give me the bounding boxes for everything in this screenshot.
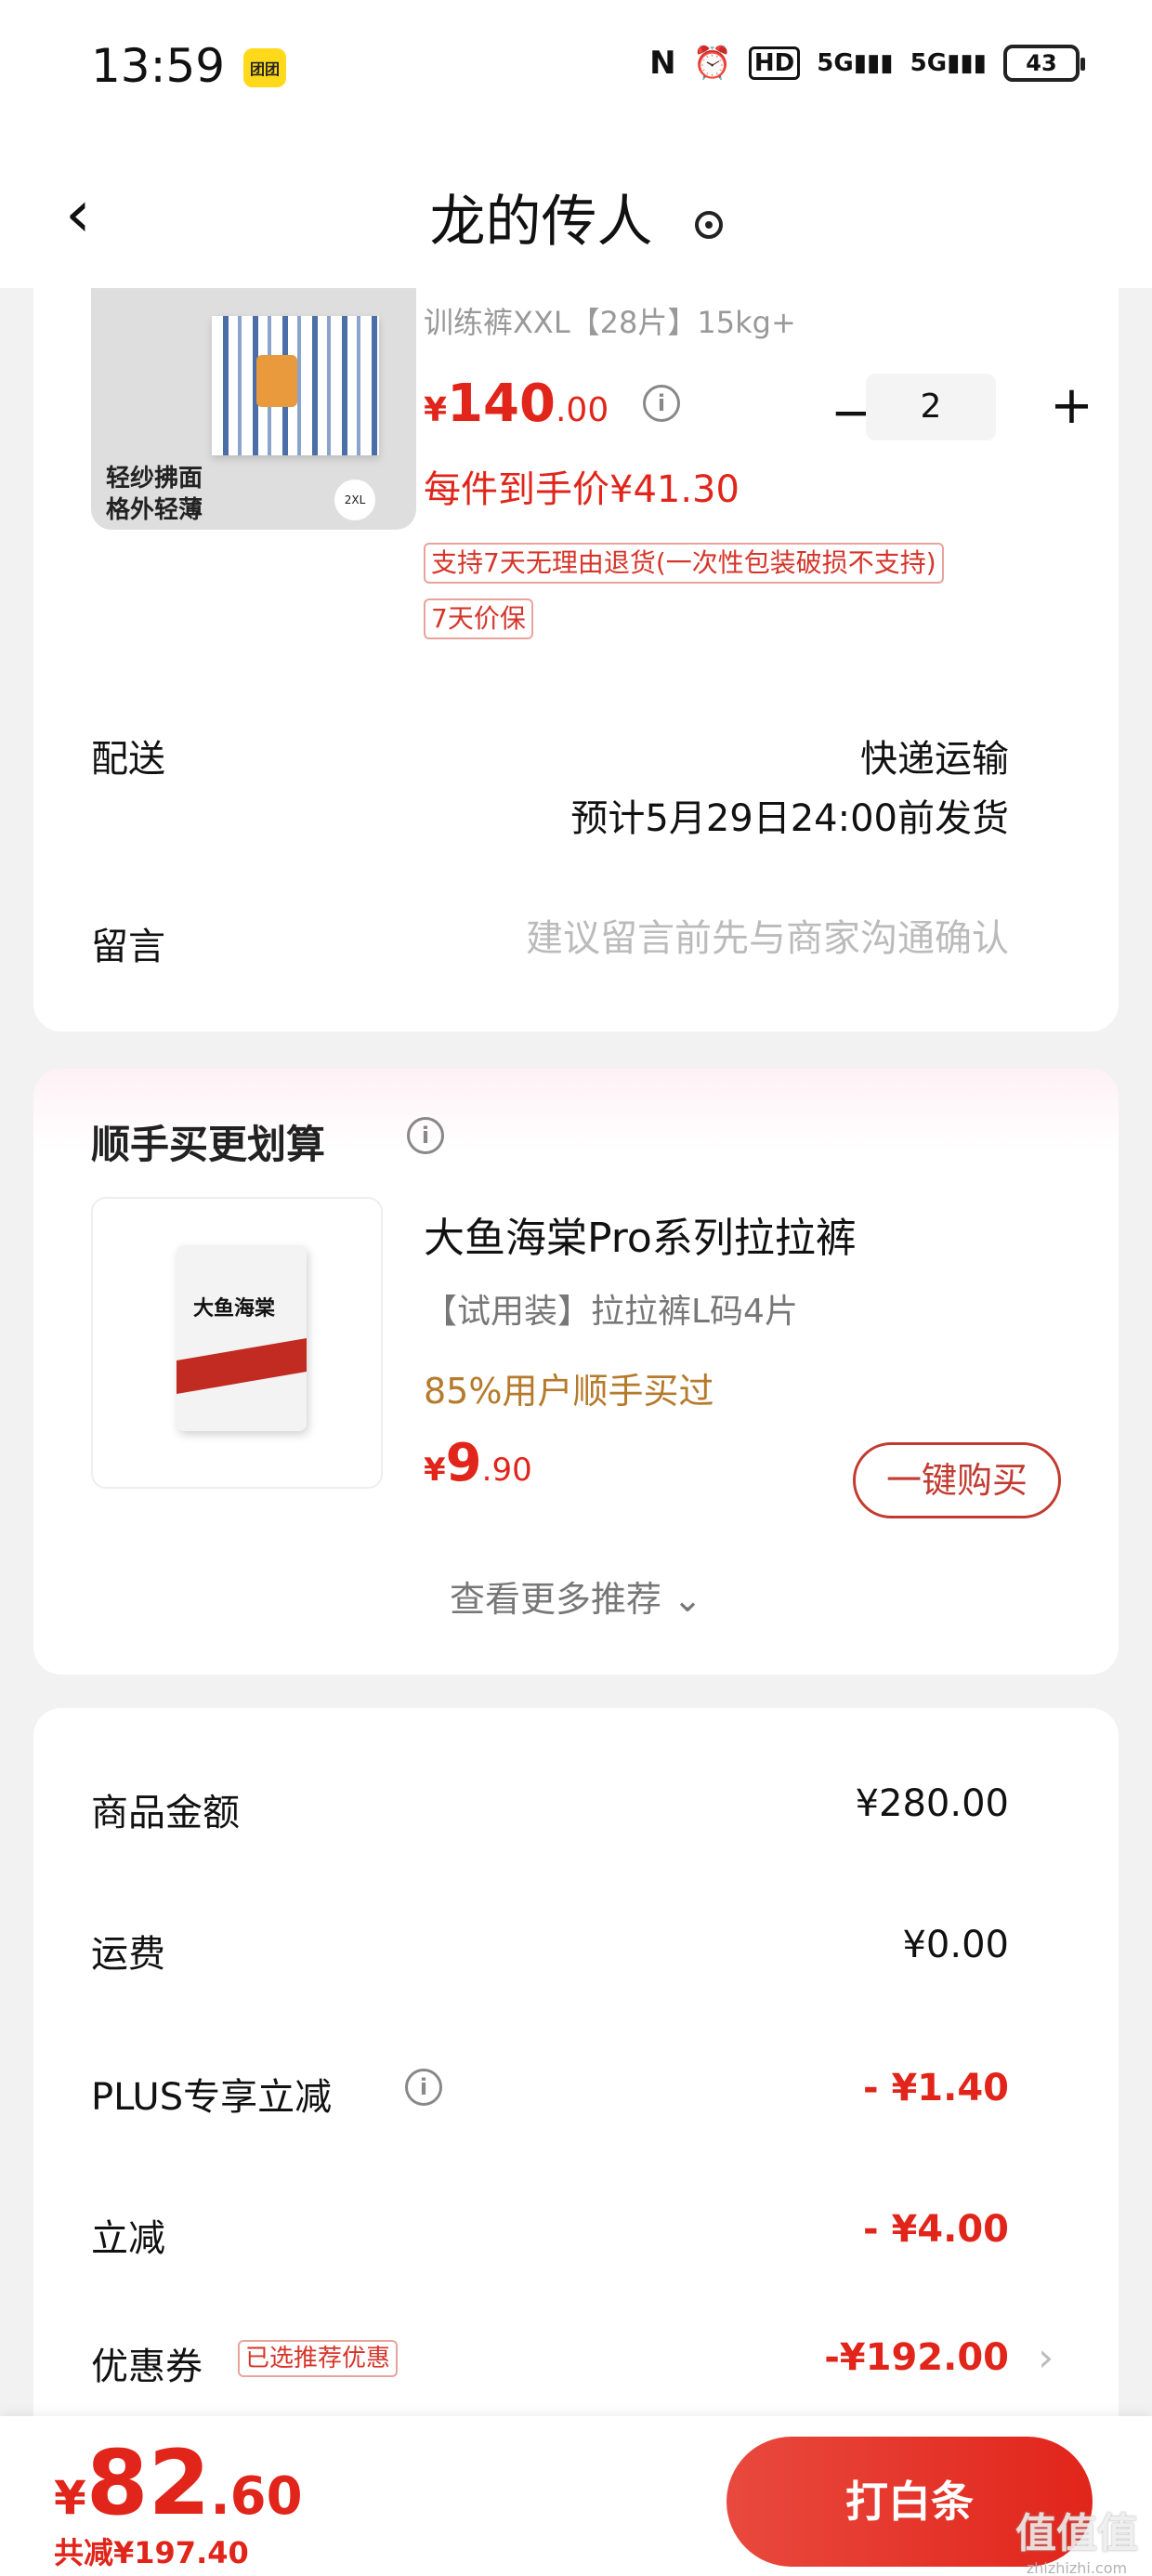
price-protect-tag: 7天价保 <box>424 598 533 639</box>
addon-pack-logo: 大鱼海棠 <box>193 1297 276 1321</box>
addon-price-decimal: .90 <box>481 1452 532 1489</box>
image-caption-line2: 格外轻薄 <box>106 496 203 524</box>
signal-label-1: 5G <box>817 49 854 77</box>
addon-spec: 【试用装】拉拉裤L码4片 <box>424 1293 798 1331</box>
order-summary-card: 商品金额 ¥280.00 运费 ¥0.00 PLUS专享立减 i - ¥1.40… <box>33 1708 1119 2433</box>
alarm-icon: ⏰ <box>692 45 732 82</box>
delivery-method: 快递运输 <box>860 738 1009 781</box>
addon-price-currency: ¥ <box>424 1452 446 1489</box>
quantity-plus-button[interactable]: + <box>1050 375 1093 436</box>
price-integer: 140 <box>447 374 556 434</box>
return-policy-tag: 支持7天无理由退货(一次性包装破损不支持) <box>424 543 944 584</box>
chevron-right-icon[interactable]: › <box>1038 2334 1054 2380</box>
hd-icon: HD <box>748 46 801 80</box>
info-icon[interactable]: i <box>407 1117 444 1154</box>
product-spec[interactable]: 训练裤XXL【28片】15kg+ <box>424 299 796 342</box>
product-image[interactable]: 轻纱拂面 格外轻薄 2XL <box>91 288 416 530</box>
addon-name[interactable]: 大鱼海棠Pro系列拉拉裤 <box>424 1204 857 1264</box>
signal-label-2: 5G <box>910 49 948 77</box>
instant-discount-value: - ¥4.00 <box>862 2208 1009 2251</box>
image-caption-line1: 轻纱拂面 <box>106 465 203 493</box>
coupon-recommended-tag: 已选推荐优惠 <box>238 2340 399 2377</box>
nfc-icon: N <box>649 45 676 82</box>
product-box-label <box>256 355 297 407</box>
price-currency: ¥ <box>424 391 448 429</box>
signal-icon: 5G▮▮▮ <box>817 49 894 77</box>
coupon-label[interactable]: 优惠券 <box>91 2336 203 2390</box>
nav-bar: ‹ 龙的传人 <box>0 139 1152 288</box>
note-input[interactable] <box>433 913 1009 965</box>
page-title-text: 龙的传人 <box>429 190 653 255</box>
total-saved: 共减¥197.40 <box>54 2535 249 2570</box>
goods-amount-value: ¥280.00 <box>855 1782 1009 1825</box>
plus-discount-label: PLUS专享立减 <box>91 2076 333 2119</box>
coupon-value[interactable]: -¥192.00 <box>824 2336 1009 2379</box>
addon-pack-graphic <box>177 1245 307 1431</box>
total-currency: ¥ <box>54 2471 86 2525</box>
addon-price: ¥9.90 <box>424 1433 532 1493</box>
size-badge: 2XL <box>334 480 375 520</box>
total-price: ¥82.60 <box>54 2431 303 2535</box>
location-pin-icon[interactable] <box>694 211 723 240</box>
addon-price-integer: 9 <box>445 1433 482 1493</box>
per-item-price: 每件到手价¥41.30 <box>424 468 740 511</box>
total-decimal: .60 <box>210 2466 303 2527</box>
price-decimal: .00 <box>555 391 609 429</box>
product-image-caption: 轻纱拂面 格外轻薄 <box>106 463 203 526</box>
delivery-label: 配送 <box>91 738 165 781</box>
watermark-subtext: zhizhizhi.com <box>1026 2559 1128 2576</box>
addon-card: 顺手买更划算 i 大鱼海棠 大鱼海棠Pro系列拉拉裤 【试用装】拉拉裤L码4片 … <box>33 1069 1119 1675</box>
status-bar: 13:59 团团 N ⏰ HD 5G▮▮▮ 5G▮▮▮ 43 <box>0 0 1152 139</box>
instant-discount-label: 立减 <box>91 2217 165 2260</box>
addon-social-proof: 85%用户顺手买过 <box>424 1371 714 1412</box>
shipping-label: 运费 <box>91 1933 165 1976</box>
product-price: ¥140.00 <box>424 374 609 434</box>
info-icon[interactable]: i <box>405 2069 442 2106</box>
watermark: 值值值 zhizhizhi.com <box>1007 2500 1146 2576</box>
battery-icon: 43 <box>1003 45 1085 82</box>
goods-amount-label: 商品金额 <box>91 1792 240 1834</box>
status-icons: N ⏰ HD 5G▮▮▮ 5G▮▮▮ 43 <box>649 45 1085 82</box>
addon-product-image[interactable]: 大鱼海棠 <box>91 1197 383 1489</box>
app-badge-icon: 团团 <box>243 48 286 87</box>
addon-title: 顺手买更划算 <box>91 1122 326 1167</box>
note-label: 留言 <box>91 926 165 968</box>
one-click-buy-button[interactable]: 一键购买 <box>853 1442 1061 1518</box>
signal-icon-2: 5G▮▮▮ <box>910 49 987 77</box>
watermark-text: 值值值 <box>1015 2510 1138 2557</box>
quantity-input[interactable]: 2 <box>866 374 996 440</box>
page-title: 龙的传人 <box>0 177 1152 257</box>
product-card: 轻纱拂面 格外轻薄 2XL 训练裤XXL【28片】15kg+ ¥140.00 i… <box>33 288 1119 1032</box>
more-recommendations-link[interactable]: 查看更多推荐 ⌄ <box>33 1571 1119 1622</box>
info-icon[interactable]: i <box>643 385 680 422</box>
total-integer: 82 <box>85 2431 211 2535</box>
status-time: 13:59 <box>91 39 226 93</box>
delivery-date: 预计5月29日24:00前发货 <box>570 797 1009 840</box>
shipping-value: ¥0.00 <box>902 1924 1009 1966</box>
checkout-bar: ¥82.60 共减¥197.40 打白条 <box>0 2416 1152 2576</box>
plus-discount-value: - ¥1.40 <box>862 2067 1009 2109</box>
